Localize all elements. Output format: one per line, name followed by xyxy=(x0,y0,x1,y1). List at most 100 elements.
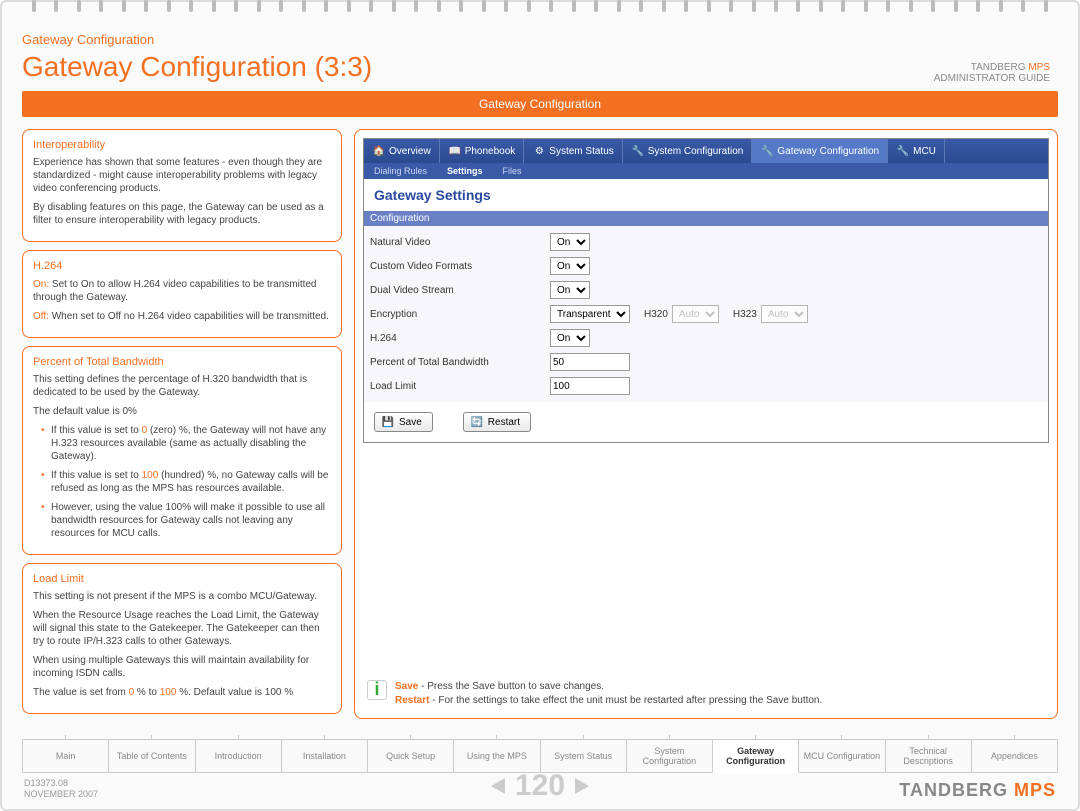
loadlimit-p4a: The value is set from xyxy=(33,687,129,698)
bottom-tab-mcu-configuration[interactable]: MCU Configuration xyxy=(798,739,885,773)
bottom-tab-introduction[interactable]: Introduction xyxy=(195,739,282,773)
select-encryption[interactable]: Transparent xyxy=(550,305,630,323)
bottom-nav: MainTable of ContentsIntroductionInstall… xyxy=(22,739,1058,773)
tab-overview-label: Overview xyxy=(389,146,431,157)
wrench-icon: 🔧 xyxy=(760,144,774,158)
restart-button[interactable]: 🔄 Restart xyxy=(463,412,531,432)
select-dual-video[interactable]: On xyxy=(550,281,590,299)
percent-li1a: If this value is set to xyxy=(51,425,142,436)
percent-li2: If this value is set to 100 (hundred) %,… xyxy=(41,469,331,495)
docid-number: D13373.08 xyxy=(24,778,68,788)
loadlimit-p4: The value is set from 0 % to 100 %. Defa… xyxy=(33,686,331,699)
percent-li3: However, using the value 100% will make … xyxy=(41,501,331,540)
tab-system-status[interactable]: ⚙System Status xyxy=(524,139,622,163)
label-h323: H323 xyxy=(733,309,757,320)
bottom-tab-system-configuration[interactable]: System Configuration xyxy=(626,739,713,773)
app-screenshot: 🏠Overview 📖Phonebook ⚙System Status 🔧Sys… xyxy=(363,138,1049,443)
percent-li1: If this value is set to 0 (zero) %, the … xyxy=(41,424,331,463)
notes: i Save - Press the Save button to save c… xyxy=(367,680,1045,708)
loadlimit-panel: Load Limit This setting is not present i… xyxy=(22,563,342,714)
row-dual-video: Dual Video Stream On xyxy=(370,278,1042,302)
label-loadlimit: Load Limit xyxy=(370,381,550,392)
bottom-tab-quick-setup[interactable]: Quick Setup xyxy=(367,739,454,773)
note-save-text: - Press the Save button to save changes. xyxy=(418,681,604,692)
loadlimit-p4b: % to xyxy=(134,687,160,698)
restart-icon: 🔄 xyxy=(470,415,484,429)
tab-system-status-label: System Status xyxy=(549,146,613,157)
select-natural-video[interactable]: On xyxy=(550,233,590,251)
bottom-tab-main[interactable]: Main xyxy=(22,739,109,773)
tab-overview[interactable]: 🏠Overview xyxy=(364,139,440,163)
docid-date: NOVEMBER 2007 xyxy=(24,789,98,799)
note-restart-text: - For the settings to take effect the un… xyxy=(429,695,822,706)
loadlimit-p3: When using multiple Gateways this will m… xyxy=(33,654,331,680)
section-title: Gateway Settings xyxy=(364,179,1048,211)
bottom-tab-appendices[interactable]: Appendices xyxy=(971,739,1058,773)
row-custom-video: Custom Video Formats On xyxy=(370,254,1042,278)
bottom-tab-system-status[interactable]: System Status xyxy=(540,739,627,773)
loadlimit-p4c: %. Default value is 100 % xyxy=(176,687,293,698)
label-h264: H.264 xyxy=(370,333,550,344)
page-title: Gateway Configuration (3:3) xyxy=(22,51,1058,83)
tab-gateway-configuration[interactable]: 🔧Gateway Configuration xyxy=(752,139,888,163)
subtab-settings[interactable]: Settings xyxy=(437,163,493,179)
h264-on-text: Set to On to allow H.264 video capabilit… xyxy=(33,279,317,303)
restart-button-label: Restart xyxy=(488,417,520,428)
h264-heading: H.264 xyxy=(33,259,331,273)
interoperability-panel: Interoperability Experience has shown th… xyxy=(22,129,342,242)
save-button-label: Save xyxy=(399,417,422,428)
label-custom-video: Custom Video Formats xyxy=(370,261,550,272)
interop-p2: By disabling features on this page, the … xyxy=(33,201,331,227)
tab-gateway-configuration-label: Gateway Configuration xyxy=(777,146,879,157)
subtab-files[interactable]: Files xyxy=(493,163,532,179)
save-button[interactable]: 💾 Save xyxy=(374,412,433,432)
footer-brand: TANDBERG MPS xyxy=(899,780,1056,801)
save-icon: 💾 xyxy=(381,415,395,429)
tab-system-configuration[interactable]: 🔧System Configuration xyxy=(623,139,753,163)
row-natural-video: Natural Video On xyxy=(370,230,1042,254)
button-row: 💾 Save 🔄 Restart xyxy=(364,402,1048,442)
tab-mcu[interactable]: 🔧MCU xyxy=(888,139,945,163)
label-encryption: Encryption xyxy=(370,309,550,320)
tab-mcu-label: MCU xyxy=(913,146,936,157)
brand-guide: ADMINISTRATOR GUIDE xyxy=(934,73,1050,84)
bottom-tab-using-the-mps[interactable]: Using the MPS xyxy=(453,739,540,773)
bottom-tab-gateway-configuration[interactable]: Gateway Configuration xyxy=(712,739,799,773)
note-restart-bold: Restart xyxy=(395,695,429,706)
status-icon: ⚙ xyxy=(532,144,546,158)
percent-p2: The default value is 0% xyxy=(33,405,331,418)
row-loadlimit: Load Limit xyxy=(370,374,1042,398)
select-h320: Auto xyxy=(672,305,719,323)
input-loadlimit[interactable] xyxy=(550,377,630,395)
configuration-bar: Configuration xyxy=(364,211,1048,226)
mcu-icon: 🔧 xyxy=(896,144,910,158)
main-tabs: 🏠Overview 📖Phonebook ⚙System Status 🔧Sys… xyxy=(364,139,1048,163)
doc-brand: TANDBERG MPS ADMINISTRATOR GUIDE xyxy=(934,62,1050,84)
doc-id: D13373.08 NOVEMBER 2007 xyxy=(24,778,98,801)
loadlimit-p2: When the Resource Usage reaches the Load… xyxy=(33,609,331,648)
bottom-tab-installation[interactable]: Installation xyxy=(281,739,368,773)
input-percent[interactable] xyxy=(550,353,630,371)
label-dual-video: Dual Video Stream xyxy=(370,285,550,296)
select-h264[interactable]: On xyxy=(550,329,590,347)
percent-li2a: If this value is set to xyxy=(51,470,142,481)
row-encryption: Encryption Transparent H320 Auto H323 Au… xyxy=(370,302,1042,326)
percent-panel: Percent of Total Bandwidth This setting … xyxy=(22,346,342,555)
h264-off-label: Off: xyxy=(33,311,49,322)
percent-p1: This setting defines the percentage of H… xyxy=(33,373,331,399)
h264-panel: H.264 On: Set to On to allow H.264 video… xyxy=(22,250,342,337)
bottom-tab-table-of-contents[interactable]: Table of Contents xyxy=(108,739,195,773)
subtab-dialing-rules[interactable]: Dialing Rules xyxy=(364,163,437,179)
section-banner: Gateway Configuration xyxy=(22,91,1058,117)
bottom-tab-technical-descriptions[interactable]: Technical Descriptions xyxy=(885,739,972,773)
tab-system-configuration-label: System Configuration xyxy=(648,146,744,157)
tab-phonebook[interactable]: 📖Phonebook xyxy=(440,139,525,163)
h264-on-label: On: xyxy=(33,279,49,290)
row-percent: Percent of Total Bandwidth xyxy=(370,350,1042,374)
loadlimit-p1: This setting is not present if the MPS i… xyxy=(33,590,331,603)
form-area: Natural Video On Custom Video Formats On… xyxy=(364,226,1048,402)
info-icon: i xyxy=(367,680,387,700)
select-custom-video[interactable]: On xyxy=(550,257,590,275)
footer-brand-mps: MPS xyxy=(1014,780,1056,800)
brand-tandberg: TANDBERG xyxy=(971,62,1026,73)
